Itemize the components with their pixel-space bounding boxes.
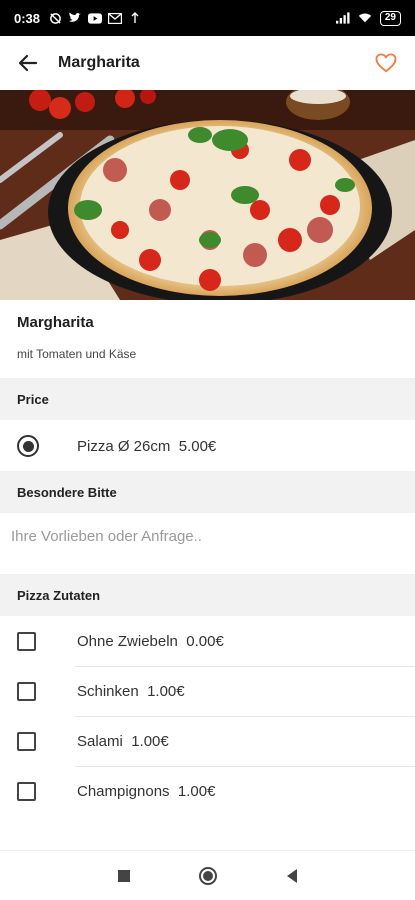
back-arrow-icon[interactable]: [14, 49, 42, 77]
price-option-row[interactable]: Pizza Ø 26cm 5.00€: [0, 420, 415, 472]
topping-price: 1.00€: [147, 683, 185, 700]
radio-selected-dot: [22, 440, 34, 452]
status-time: 0:38: [14, 10, 41, 26]
toppings-section-header: Pizza Zutaten: [0, 574, 415, 616]
topping-text: Champignons 1.00€: [77, 783, 215, 800]
product-info: Margharita mit Tomaten und Käse: [0, 300, 415, 378]
topping-row[interactable]: Salami 1.00€: [0, 717, 415, 766]
system-nav-bar: [0, 850, 415, 900]
signal-small-icon: [128, 11, 142, 25]
topping-text: Schinken 1.00€: [77, 683, 185, 700]
topping-checkbox[interactable]: [17, 782, 36, 801]
special-request-input[interactable]: [0, 513, 415, 559]
topping-checkbox[interactable]: [17, 632, 36, 651]
topping-text: Salami 1.00€: [77, 733, 169, 750]
wifi-icon: [358, 11, 372, 25]
page-title: Margharita: [58, 54, 140, 71]
price-option-label: Pizza Ø 26cm: [77, 437, 171, 455]
notification-icons: [48, 11, 142, 25]
price-section-header: Price: [0, 378, 415, 420]
price-option-radio[interactable]: [17, 435, 39, 457]
battery-icon: 29: [379, 10, 401, 26]
youtube-icon: [88, 11, 103, 25]
topping-row[interactable]: Ohne Zwiebeln 0.00€: [0, 617, 415, 666]
status-bar: 0:38 29: [0, 0, 415, 36]
system-icons: 29: [335, 10, 401, 26]
topping-label: Ohne Zwiebeln: [77, 633, 178, 650]
topping-price: 1.00€: [177, 783, 216, 800]
twitter-icon: [68, 11, 82, 25]
app-bar: Margharita: [0, 36, 415, 90]
back-triangle-icon[interactable]: [281, 865, 303, 887]
product-image: [0, 90, 415, 300]
topping-text: Ohne Zwiebeln 0.00€: [77, 633, 224, 650]
topping-checkbox[interactable]: [17, 682, 36, 701]
topping-label: Salami: [77, 733, 123, 750]
recents-square-icon[interactable]: [113, 865, 135, 887]
request-section-header: Besondere Bitte: [0, 471, 415, 513]
home-circle-icon[interactable]: [197, 865, 219, 887]
mail-icon: [108, 11, 123, 25]
topping-row[interactable]: Schinken 1.00€: [0, 667, 415, 716]
sync-icon: [48, 11, 62, 25]
topping-price: 1.00€: [131, 733, 169, 750]
price-option-price: 5.00€: [178, 437, 217, 455]
favorite-heart-icon[interactable]: [371, 48, 401, 78]
product-name: Margharita: [17, 314, 94, 331]
price-option-text: Pizza Ø 26cm 5.00€: [77, 438, 216, 455]
cell-signal-icon: [335, 11, 350, 25]
topping-label: Champignons: [77, 783, 170, 800]
product-description: mit Tomaten und Käse: [17, 347, 137, 361]
topping-row[interactable]: Champignons 1.00€: [0, 767, 415, 816]
topping-price: 0.00€: [186, 633, 224, 650]
topping-checkbox[interactable]: [17, 732, 36, 751]
topping-label: Schinken: [77, 683, 139, 700]
